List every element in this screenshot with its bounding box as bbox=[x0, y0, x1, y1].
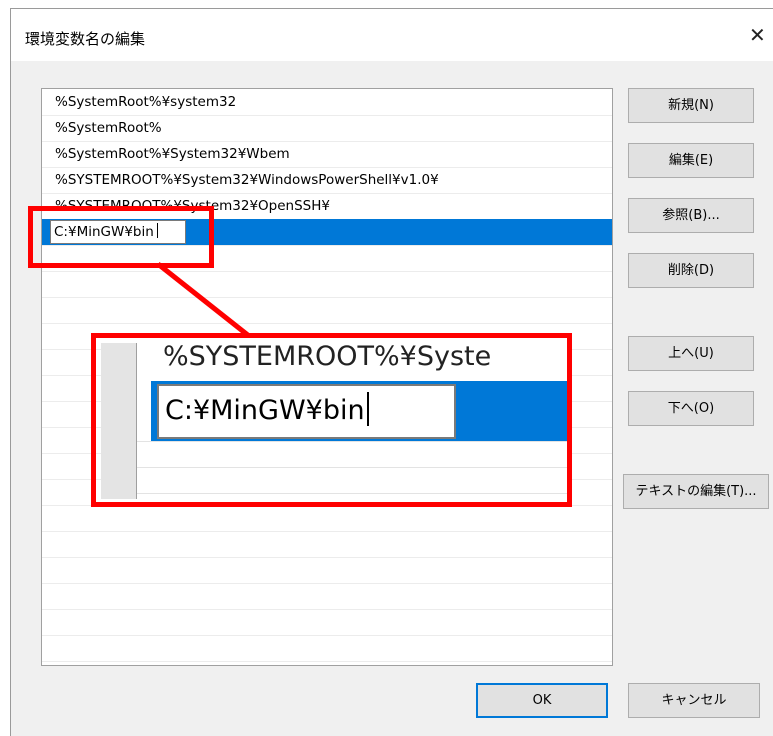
dialog-title: 環境変数名の編集 bbox=[25, 30, 146, 48]
browse-button[interactable]: 参照(B)... bbox=[628, 198, 754, 233]
move-down-button[interactable]: 下へ(O) bbox=[628, 391, 754, 426]
title-bar: 環境変数名の編集 ✕ bbox=[11, 9, 773, 61]
new-button[interactable]: 新規(N) bbox=[628, 88, 754, 123]
highlight-box bbox=[28, 206, 214, 268]
ok-button[interactable]: OK bbox=[476, 683, 608, 718]
zoom-callout-frame bbox=[91, 333, 572, 507]
list-item[interactable]: %SystemRoot%¥System32¥Wbem bbox=[42, 141, 612, 167]
move-up-button[interactable]: 上へ(U) bbox=[628, 336, 754, 371]
list-item[interactable]: %SystemRoot% bbox=[42, 115, 612, 141]
cancel-button[interactable]: キャンセル bbox=[628, 683, 760, 718]
edit-text-button[interactable]: テキストの編集(T)... bbox=[623, 474, 769, 509]
list-item[interactable]: %SYSTEMROOT%¥System32¥WindowsPowerShell¥… bbox=[42, 167, 612, 193]
delete-button[interactable]: 削除(D) bbox=[628, 253, 754, 288]
list-item[interactable]: %SystemRoot%¥system32 bbox=[42, 89, 612, 115]
close-icon[interactable]: ✕ bbox=[749, 23, 766, 47]
edit-button[interactable]: 編集(E) bbox=[628, 143, 754, 178]
